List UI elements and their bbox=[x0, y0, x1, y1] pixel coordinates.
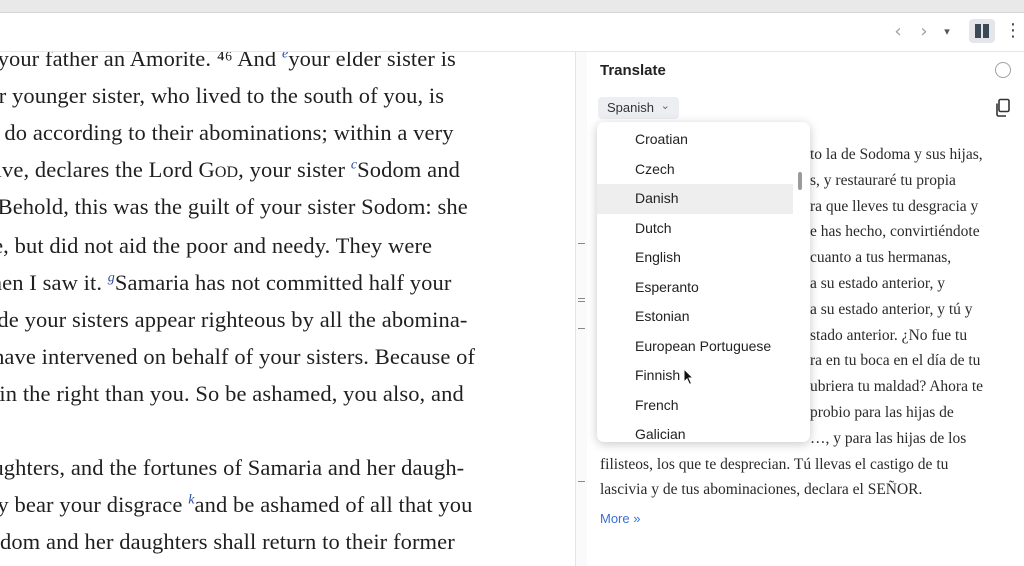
reader-text: Sodom and bbox=[357, 157, 460, 182]
reader-line: nay bear your disgrace kand be ashamed o… bbox=[0, 492, 472, 518]
reader-line: our younger sister, who lived to the sou… bbox=[0, 83, 444, 109]
reader-line: nade your sisters appear righteous by al… bbox=[0, 307, 468, 333]
language-option[interactable]: Estonian bbox=[597, 302, 793, 332]
reader-text: laughters, and the fortunes of Samaria a… bbox=[0, 455, 465, 480]
verse-number: ⁴⁶ bbox=[216, 52, 233, 71]
reader-line: ⁵¹hen I saw it. gSamaria has not committ… bbox=[0, 270, 451, 296]
language-option[interactable]: Esperanto bbox=[597, 273, 793, 303]
reader-text: Behold, this was the guilt of your siste… bbox=[0, 194, 468, 219]
translation-line: filisteos, los que te desprecian. Tú lle… bbox=[600, 455, 949, 473]
language-option[interactable]: Galician bbox=[597, 420, 793, 442]
divider-mark bbox=[578, 481, 585, 482]
reader-text: our younger sister, who lived to the sou… bbox=[0, 83, 445, 108]
chevron-right-icon[interactable]: › bbox=[915, 21, 933, 43]
reader-text: They were bbox=[335, 233, 433, 258]
translation-line: lascivia y de tus abominaciones, declara… bbox=[600, 481, 923, 499]
language-select-value: Spanish bbox=[607, 100, 654, 115]
reader-line: u have intervened on behalf of your sist… bbox=[0, 344, 475, 370]
panel-title: Translate bbox=[600, 62, 666, 79]
reader-text: e, but did not aid the poor and needy. bbox=[0, 233, 336, 258]
mouse-pointer-icon bbox=[683, 368, 695, 386]
reader-text: hen I saw it. bbox=[0, 270, 108, 295]
chevron-down-icon: ⌄ bbox=[660, 100, 670, 112]
reader-text: your elder sister is bbox=[288, 52, 456, 71]
divider-mark bbox=[578, 328, 585, 329]
two-column-layout-icon[interactable] bbox=[969, 19, 995, 43]
divider-mark bbox=[578, 243, 585, 244]
language-option[interactable]: Finnish bbox=[597, 361, 793, 391]
reader-text: your father an Amorite. bbox=[0, 52, 217, 71]
reader-text: Samaria has not committed half your bbox=[114, 270, 452, 295]
reader-text: And bbox=[232, 52, 282, 71]
divider-mark bbox=[578, 298, 585, 299]
reader-text: I live, declares the Lord G bbox=[0, 157, 215, 182]
cross-reference-link[interactable]: g bbox=[108, 271, 115, 286]
reader-text: OD bbox=[214, 164, 239, 181]
reader-line: ⁴⁹ Behold, this was the guilt of your si… bbox=[0, 194, 468, 220]
divider-mark bbox=[578, 301, 585, 302]
language-option[interactable]: Danish bbox=[597, 184, 793, 214]
reader-text: , your sister bbox=[238, 157, 351, 182]
circle-icon[interactable] bbox=[995, 62, 1011, 78]
language-option[interactable]: Czech bbox=[597, 155, 793, 185]
language-option[interactable]: French bbox=[597, 391, 793, 421]
reader-text: nay bear your disgrace bbox=[0, 492, 183, 517]
dropdown-scrollbar[interactable] bbox=[798, 172, 802, 190]
toolbar: ‹ › ▾ bbox=[0, 13, 1024, 52]
language-option[interactable]: Croatian bbox=[597, 125, 793, 155]
language-option[interactable]: European Portuguese bbox=[597, 332, 793, 362]
reader-line: ⁵⁰e, but did not aid the poor and needy.… bbox=[0, 233, 432, 259]
language-option[interactable]: Dutch bbox=[597, 214, 793, 244]
reader-text: and be ashamed of all that you bbox=[194, 492, 473, 517]
more-link[interactable]: More » bbox=[600, 511, 640, 526]
window-top-strip bbox=[0, 0, 1024, 13]
reader-line: re in the right than you. So be ashamed,… bbox=[0, 381, 464, 407]
reader-line: I live, declares the Lord GOD, your sist… bbox=[0, 157, 460, 183]
reader-text: Sodom and her daughters shall return to … bbox=[0, 529, 455, 554]
reader-text: nd do according to their abominations; w… bbox=[0, 120, 454, 145]
reader-line: ⁴⁵ your father an Amorite. ⁴⁶ And eyour … bbox=[0, 52, 456, 72]
reader-line: Sodom and her daughters shall return to … bbox=[0, 529, 455, 555]
reader-text: nade your sisters appear righteous by al… bbox=[0, 307, 468, 332]
language-option[interactable]: English bbox=[597, 243, 793, 273]
reader-line: nd do according to their abominations; w… bbox=[0, 120, 454, 146]
language-dropdown: Croatian Czech Danish Dutch English Espe… bbox=[597, 122, 810, 442]
caret-down-icon[interactable]: ▾ bbox=[940, 21, 954, 43]
chevron-left-icon[interactable]: ‹ bbox=[889, 21, 907, 43]
reader-line: laughters, and the fortunes of Samaria a… bbox=[0, 455, 464, 481]
language-select[interactable]: Spanish ⌄ bbox=[598, 97, 679, 119]
copy-icon[interactable] bbox=[994, 98, 1012, 118]
vertical-ellipsis-icon[interactable]: ⋮ bbox=[1004, 18, 1022, 44]
bible-reader-pane: ⁴⁵ your father an Amorite. ⁴⁶ And eyour … bbox=[0, 52, 575, 566]
reader-text: u have intervened on behalf of your sist… bbox=[0, 344, 476, 369]
reader-text: re in the right than you. So be ashamed,… bbox=[0, 381, 464, 406]
